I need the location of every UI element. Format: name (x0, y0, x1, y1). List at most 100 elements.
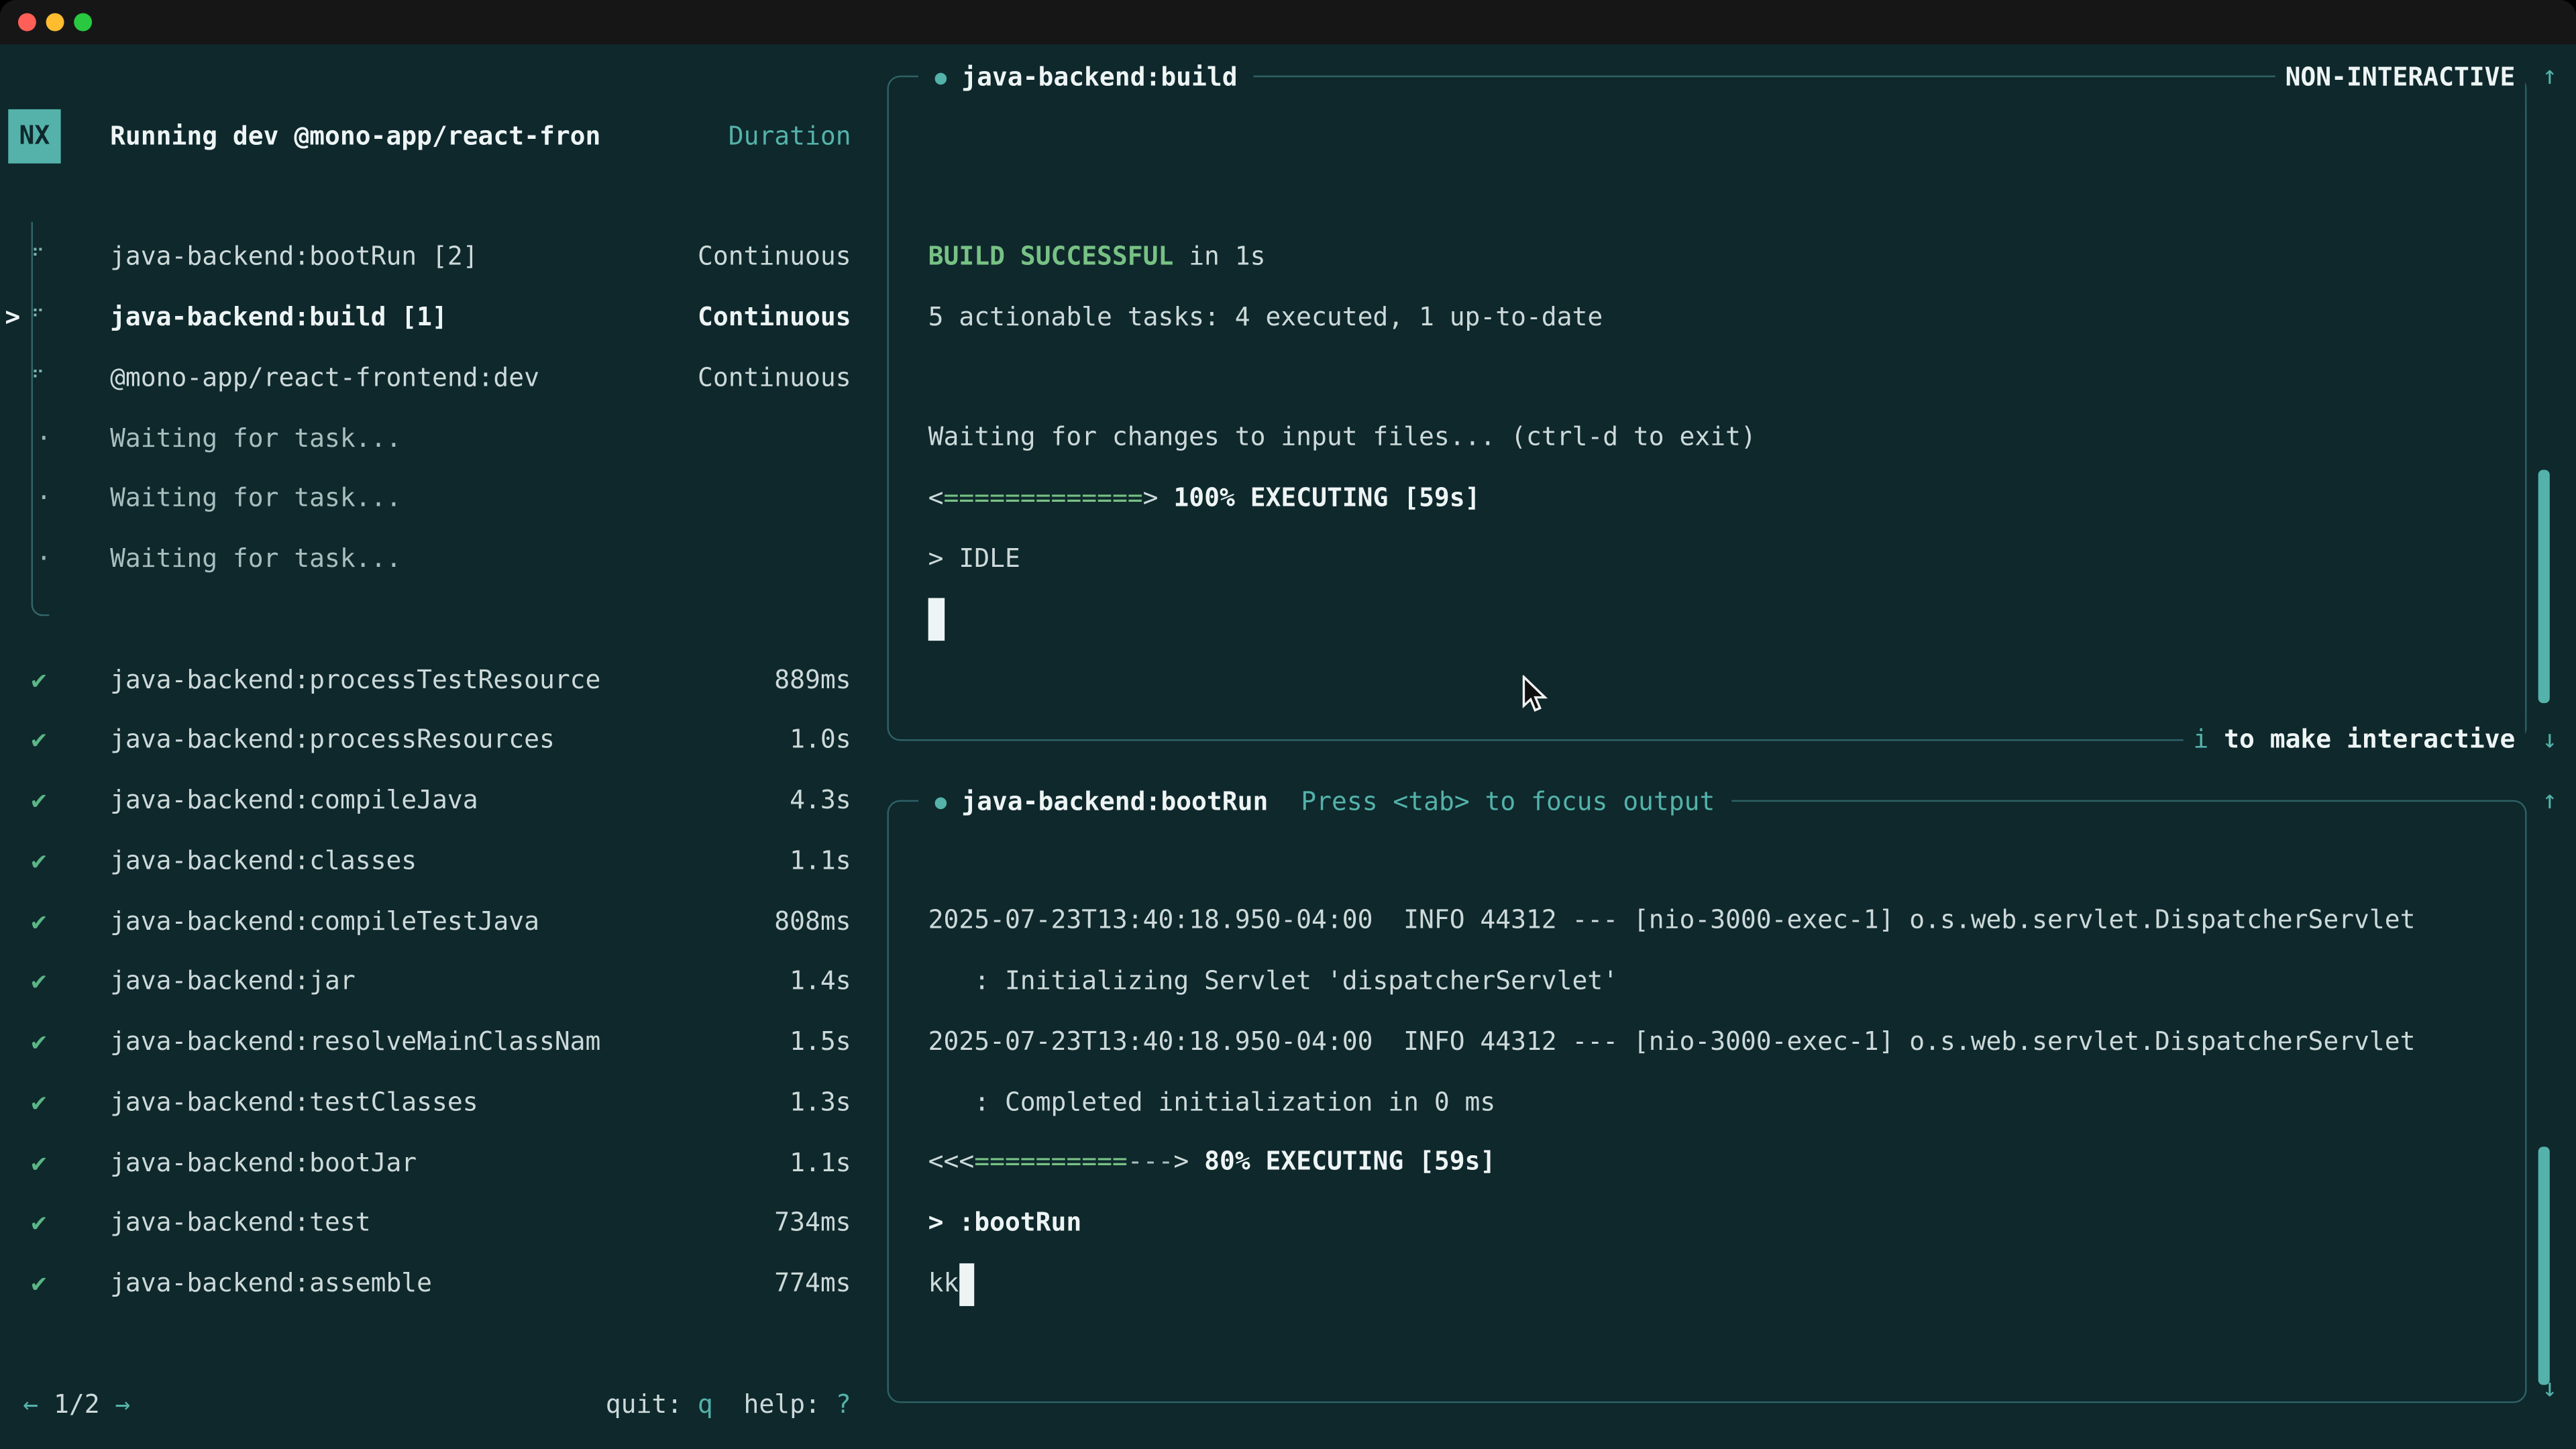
terminal-input-line[interactable]: kk (928, 1253, 959, 1313)
checkmark-icon: ✔ (32, 1087, 47, 1117)
spinner-icon: ⠋ (23, 367, 52, 388)
task-duration: 1.1s (790, 846, 851, 875)
task-name: @mono-app/react-frontend:dev (110, 363, 539, 392)
task-name: java-backend:bootRun [2] (110, 242, 478, 272)
completed-task-row[interactable]: ✔ java-backend:bootJar 1.1s (0, 1132, 887, 1193)
keyboard-hints: quit: q help: ? (606, 1389, 851, 1419)
waiting-task-row: · Waiting for task... (0, 468, 887, 529)
task-name: java-backend:processTestResource (110, 665, 600, 694)
waiting-label: Waiting for task... (110, 423, 401, 453)
help-hint-label: help: (744, 1389, 836, 1419)
spring-log-line: 2025-07-23T13:40:18.950-04:00 INFO 44312… (928, 1012, 2416, 1072)
selection-caret-icon: > (5, 303, 20, 332)
build-pane-title: ● java-backend:build (918, 47, 1254, 108)
gradle-progress-bar-line: <=============> 100% EXECUTING [59s] (928, 468, 1481, 529)
build-pane-scrollbar-thumb[interactable] (2538, 470, 2549, 703)
task-row-bootrun[interactable]: ⠋ java-backend:bootRun [2] Continuous (0, 227, 887, 287)
interactive-hint-text: to make interactive (2208, 724, 2515, 754)
noninteractive-badge: NON-INTERACTIVE (2275, 47, 2525, 108)
bar-fill: ========== (974, 1148, 1128, 1177)
task-running-dot-icon: ● (934, 790, 947, 813)
bar-prefix: <<< (928, 1148, 975, 1177)
gradle-idle-line: > IDLE (928, 529, 1020, 589)
checkmark-icon: ✔ (32, 846, 47, 875)
hint-gap (713, 1389, 744, 1419)
bar-status: 80% EXECUTING [59s] (1189, 1148, 1495, 1177)
build-successful-text: BUILD SUCCESSFUL (928, 242, 1174, 272)
prev-page-arrow-icon[interactable]: ← (23, 1389, 38, 1419)
completed-task-row[interactable]: ✔ java-backend:jar 1.4s (0, 951, 887, 1012)
completed-task-row[interactable]: ✔ java-backend:assemble 774ms (0, 1253, 887, 1313)
zoom-window-button[interactable] (74, 13, 92, 32)
task-duration: 4.3s (790, 786, 851, 815)
checkmark-icon: ✔ (32, 786, 47, 815)
completed-task-row[interactable]: ✔ java-backend:processTestResource 889ms (0, 649, 887, 710)
bar-fill: ============= (944, 484, 1143, 513)
spring-log-line: 2025-07-23T13:40:18.950-04:00 INFO 44312… (928, 891, 2416, 951)
bar-open: < (928, 484, 944, 513)
gradle-progress-bar-line: <<<==========---> 80% EXECUTING [59s] (928, 1132, 1496, 1193)
completed-task-row[interactable]: ✔ java-backend:compileJava 4.3s (0, 770, 887, 830)
bullet-icon: · (36, 544, 52, 574)
waiting-task-row: · Waiting for task... (0, 408, 887, 468)
bullet-icon: · (36, 423, 52, 453)
terminal-cursor (959, 1263, 974, 1305)
spacer-row (0, 589, 887, 649)
task-name: java-backend:jar (110, 967, 356, 996)
checkmark-icon: ✔ (32, 1148, 47, 1177)
checkmark-icon: ✔ (32, 967, 47, 996)
task-name: java-backend:classes (110, 846, 417, 875)
page-number: 1/2 (54, 1389, 100, 1419)
quit-key: q (698, 1389, 713, 1419)
spacer-row (0, 46, 887, 106)
completed-task-row[interactable]: ✔ java-backend:test 734ms (0, 1193, 887, 1253)
task-status: Continuous (698, 242, 851, 272)
bar-status: 100% EXECUTING [59s] (1159, 484, 1481, 513)
scroll-down-icon[interactable]: ↓ (2532, 710, 2568, 770)
task-duration: 889ms (774, 665, 851, 694)
completed-task-row[interactable]: ✔ java-backend:compileTestJava 808ms (0, 891, 887, 951)
scroll-up-icon[interactable]: ↑ (2532, 46, 2568, 106)
completed-task-row[interactable]: ✔ java-backend:processResources 1.0s (0, 710, 887, 770)
minimize-window-button[interactable] (46, 13, 64, 32)
spring-log-line: : Initializing Servlet 'dispatcherServle… (928, 951, 1618, 1012)
pager: ← 1/2 → (23, 1389, 130, 1419)
next-page-arrow-icon[interactable]: → (115, 1389, 131, 1419)
completed-task-row[interactable]: ✔ java-backend:testClasses 1.3s (0, 1072, 887, 1132)
quit-hint-label: quit: (606, 1389, 698, 1419)
spinner-icon: ⠋ (23, 246, 52, 268)
spacer-row (0, 1313, 887, 1374)
task-name: java-backend:testClasses (110, 1087, 478, 1117)
task-running-dot-icon: ● (934, 66, 947, 89)
task-status: Continuous (698, 303, 851, 332)
task-row-frontend-dev[interactable]: ⠋ @mono-app/react-frontend:dev Continuou… (0, 347, 887, 408)
interactive-hint-key: i (2193, 724, 2208, 754)
task-list-header: NX Running dev @mono-app/react-fron Dura… (0, 106, 887, 166)
bullet-icon: · (36, 484, 52, 513)
gradle-tasks-summary-line: 5 actionable tasks: 4 executed, 1 up-to-… (928, 287, 1603, 347)
waiting-label: Waiting for task... (110, 484, 401, 513)
completed-task-row[interactable]: ✔ java-backend:resolveMainClassNam 1.5s (0, 1012, 887, 1072)
spring-log-line: : Completed initialization in 0 ms (928, 1072, 1496, 1132)
bar-empty: --- (1128, 1148, 1174, 1177)
checkmark-icon: ✔ (32, 1027, 47, 1057)
task-list-sidebar: NX Running dev @mono-app/react-fron Dura… (0, 46, 887, 1434)
help-key: ? (836, 1389, 851, 1419)
build-pane-title-text: java-backend:build (961, 62, 1237, 92)
bootrun-pane-title: ● java-backend:bootRun Press <tab> to fo… (918, 771, 1731, 833)
completed-task-row[interactable]: ✔ java-backend:classes 1.1s (0, 830, 887, 891)
close-window-button[interactable] (18, 13, 36, 32)
task-row-build-selected[interactable]: > ⠋ java-backend:build [1] Continuous (0, 287, 887, 347)
spacer (100, 1389, 115, 1419)
scroll-up-icon[interactable]: ↑ (2532, 770, 2568, 830)
bootrun-pane-scrollbar-thumb[interactable] (2538, 1146, 2549, 1385)
scroll-down-icon[interactable]: ↓ (2532, 1358, 2568, 1419)
window-titlebar (0, 0, 2576, 44)
task-duration: 1.3s (790, 1087, 851, 1117)
task-name: java-backend:resolveMainClassNam (110, 1027, 600, 1057)
gradle-build-result-line: BUILD SUCCESSFUL in 1s (928, 227, 1266, 287)
mouse-cursor (1521, 676, 1550, 715)
bar-close: > (1143, 484, 1159, 513)
task-duration: 1.1s (790, 1148, 851, 1177)
checkmark-icon: ✔ (32, 665, 47, 694)
